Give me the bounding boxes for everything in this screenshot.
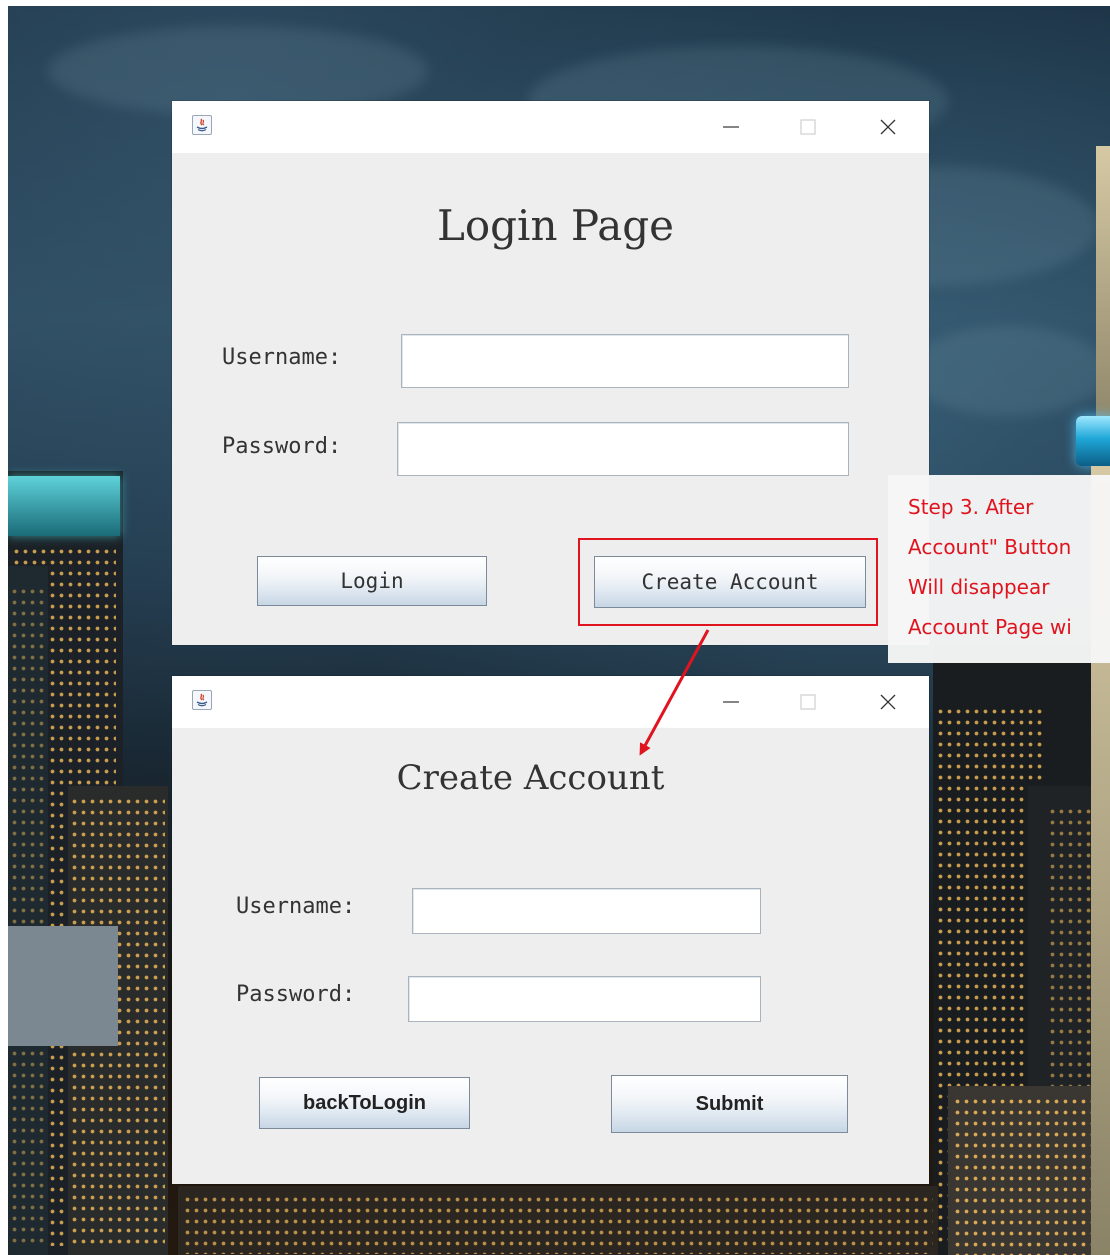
step-3-note: Step 3. After Account" Button Will disap… bbox=[888, 475, 1110, 663]
note-line: Will disappear bbox=[908, 575, 1050, 599]
note-line: Step 3. After bbox=[908, 495, 1034, 519]
note-line: Account Page wi bbox=[908, 615, 1072, 639]
note-line: Account" Button bbox=[908, 535, 1072, 559]
